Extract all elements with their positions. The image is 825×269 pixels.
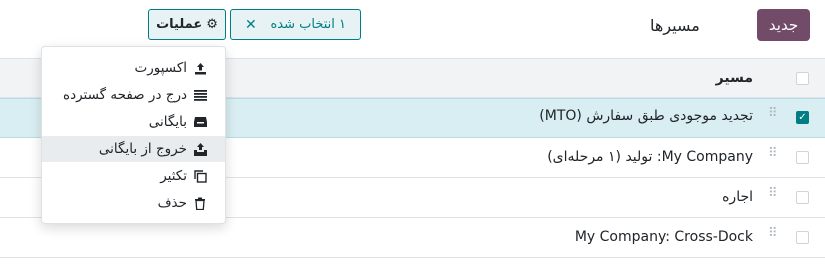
drag-handle-icon[interactable]: ⠿ <box>768 147 778 160</box>
menu-item-export[interactable]: اکسپورت <box>42 55 225 81</box>
route-name: My Company: Cross-Dock <box>574 229 753 245</box>
new-button[interactable]: جدید <box>757 9 810 41</box>
upload-icon <box>193 61 207 75</box>
drag-handle-icon[interactable]: ⠿ <box>768 107 778 120</box>
row-checkbox[interactable] <box>796 191 809 204</box>
menu-item-delete[interactable]: حذف <box>42 190 225 216</box>
menu-item-unarchive[interactable]: خروج از بایگانی <box>42 136 225 162</box>
drag-handle-icon[interactable]: ⠿ <box>768 227 778 240</box>
select-all-checkbox[interactable] <box>796 72 809 85</box>
menu-item-insert-spreadsheet[interactable]: درج در صفحه گسترده <box>42 82 225 108</box>
column-header-route: مسیر <box>715 70 753 86</box>
row-checkbox[interactable] <box>796 151 809 164</box>
gear-icon: ⚙ <box>206 17 218 32</box>
unarchive-icon <box>193 142 207 156</box>
clear-selection-icon[interactable]: ✕ <box>245 17 257 33</box>
row-checkbox[interactable] <box>796 231 809 244</box>
actions-label: عملیات <box>156 17 203 32</box>
actions-dropdown: اکسپورت درج در صفحه گسترده بایگانی خروج … <box>41 46 226 224</box>
actions-button[interactable]: ⚙ عملیات <box>148 9 226 40</box>
list-icon <box>193 88 207 102</box>
route-name: تجدید موجودی طبق سفارش (MTO) <box>539 108 753 124</box>
page-title: مسیرها <box>650 15 700 35</box>
selection-count: ۱ انتخاب شده <box>270 17 346 32</box>
selection-indicator: ✕ ۱ انتخاب شده <box>230 9 361 40</box>
menu-item-archive[interactable]: بایگانی <box>42 109 225 135</box>
trash-icon <box>193 196 207 210</box>
archive-icon <box>193 115 207 129</box>
menu-item-duplicate[interactable]: تکثیر <box>42 163 225 189</box>
row-checkbox[interactable]: ✓ <box>796 111 809 124</box>
copy-icon <box>193 169 207 183</box>
route-name: My Company: تولید (۱ مرحله‌ای) <box>547 149 753 165</box>
route-name: اجاره <box>722 189 753 205</box>
drag-handle-icon[interactable]: ⠿ <box>768 187 778 200</box>
